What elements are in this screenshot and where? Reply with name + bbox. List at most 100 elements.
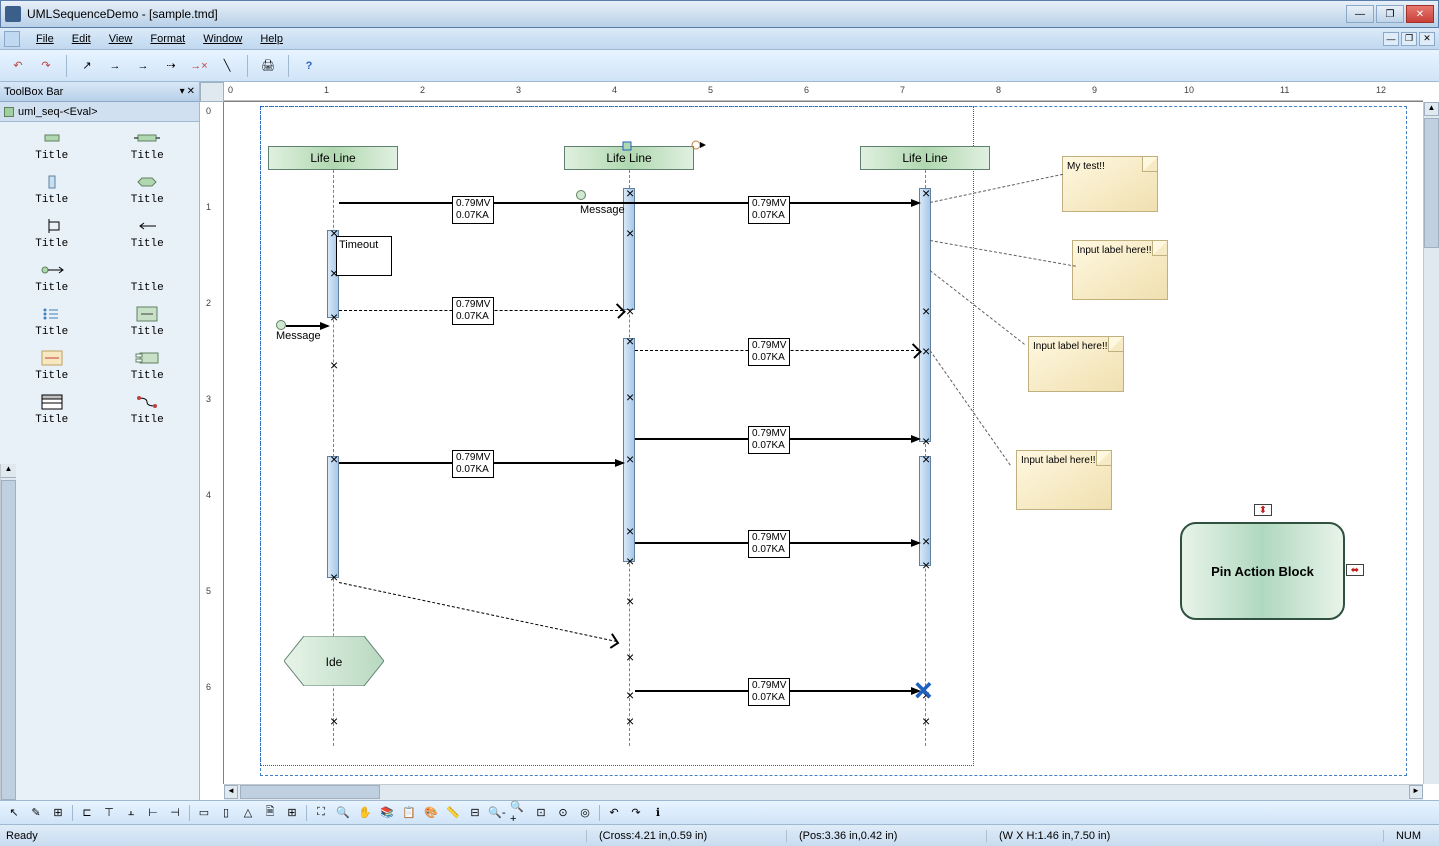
bt-info[interactable]: ℹ	[648, 804, 668, 822]
tool-note[interactable]: Title	[8, 350, 96, 382]
align-tool-2[interactable]: ⊤	[99, 804, 119, 822]
undo-button[interactable]: ↶	[6, 54, 30, 78]
tool-curve[interactable]: Title	[104, 394, 192, 426]
color-tool[interactable]: 🎨	[421, 804, 441, 822]
tool-list[interactable]: Title	[8, 306, 96, 338]
zoom-out[interactable]: 🔍-	[487, 804, 507, 822]
menu-format[interactable]: Format	[142, 31, 193, 47]
msg-text-2: Message	[276, 330, 321, 342]
shape-grid[interactable]: ⊞	[282, 804, 302, 822]
msg-1[interactable]	[339, 202, 919, 204]
activation-5[interactable]	[919, 188, 931, 442]
shape-doc[interactable]: 🗎	[260, 804, 280, 822]
found-msg-dot-1	[576, 190, 586, 200]
arrow-tool-5[interactable]: →×	[187, 54, 211, 78]
bt-redo[interactable]: ↷	[626, 804, 646, 822]
bottom-toolbar: ↖ ✎ ⊞ ⊏ ⊤ ⫠ ⊢ ⊣ ▭ ▯ △ 🗎 ⊞ ⛶ 🔍 ✋ 📚 📋 🎨 📏 …	[0, 800, 1439, 824]
ide-decision[interactable]: Ide	[284, 636, 384, 689]
pin-right[interactable]: ⬌	[1346, 564, 1364, 576]
maximize-button[interactable]: ❐	[1376, 5, 1404, 23]
msg-found[interactable]	[286, 325, 328, 327]
zoom-100[interactable]: ⊙	[553, 804, 573, 822]
align-tool-3[interactable]: ⫠	[121, 804, 141, 822]
mdi-minimize[interactable]: —	[1383, 32, 1399, 46]
fullscreen-tool[interactable]: ⛶	[311, 804, 331, 822]
tool-frame[interactable]: Title	[8, 394, 96, 426]
prop-tool[interactable]: 📋	[399, 804, 419, 822]
close-button[interactable]: ✕	[1406, 5, 1434, 23]
snap-tool[interactable]: ⊟	[465, 804, 485, 822]
redo-button[interactable]: ↷	[34, 54, 58, 78]
align-tool-5[interactable]: ⊣	[165, 804, 185, 822]
arrow-tool-3[interactable]: →	[131, 54, 155, 78]
pin-top[interactable]: ⬍	[1254, 504, 1272, 516]
destroy-x[interactable]: ×	[914, 674, 933, 706]
tool-rect[interactable]: Title	[104, 306, 192, 338]
lifeline-1[interactable]: Life Line	[268, 146, 398, 170]
activation-3[interactable]	[623, 188, 635, 310]
pan-tool[interactable]: ✋	[355, 804, 375, 822]
arrow-tool-4[interactable]: ⇢	[159, 54, 183, 78]
edit-tool[interactable]: ✎	[26, 804, 46, 822]
bt-undo[interactable]: ↶	[604, 804, 624, 822]
menu-edit[interactable]: Edit	[64, 31, 99, 47]
tab-icon	[4, 107, 14, 117]
minimize-button[interactable]: —	[1346, 5, 1374, 23]
activation-4[interactable]	[623, 338, 635, 562]
toolbox-tab[interactable]: uml_seq-<Eval>	[0, 102, 199, 122]
note-1[interactable]: My test!!	[1062, 156, 1158, 212]
msg-5-label: 0.79MV0.07KA	[452, 450, 494, 478]
grid-tool[interactable]: ⊞	[48, 804, 68, 822]
toolbox-close-icon[interactable]: ✕	[187, 86, 195, 97]
tool-hexagon[interactable]: Title	[104, 174, 192, 206]
h-scrollbar[interactable]: ◄ ►	[224, 784, 1423, 800]
align-tool-1[interactable]: ⊏	[77, 804, 97, 822]
v-scrollbar[interactable]: ▲	[1423, 102, 1439, 784]
help-button[interactable]: ?	[297, 54, 321, 78]
zoom-fit[interactable]: ⊡	[531, 804, 551, 822]
zoom-sel[interactable]: ◎	[575, 804, 595, 822]
shape-rect[interactable]: ▭	[194, 804, 214, 822]
note-2[interactable]: Input label here!!	[1072, 240, 1168, 300]
tool-component[interactable]: Title	[104, 350, 192, 382]
activation-2[interactable]	[327, 456, 339, 578]
msg-2-label: 0.79MV0.07KA	[452, 297, 494, 325]
menu-file[interactable]: File	[28, 31, 62, 47]
menu-view[interactable]: View	[101, 31, 141, 47]
shape-rect2[interactable]: ▯	[216, 804, 236, 822]
canvas[interactable]: Life Line Life Line Life Line ××× ××× ××…	[224, 102, 1423, 784]
arrow-tool-2[interactable]: →	[103, 54, 127, 78]
menu-window[interactable]: Window	[195, 31, 250, 47]
mdi-close[interactable]: ✕	[1419, 32, 1435, 46]
arrow-tool-1[interactable]: ↗	[75, 54, 99, 78]
rotate-handle[interactable]	[690, 138, 708, 152]
lifeline-3[interactable]: Life Line	[860, 146, 990, 170]
action-block[interactable]: Pin Action Block	[1180, 522, 1345, 620]
tool-lifeline-1[interactable]: Title	[8, 130, 96, 162]
shape-tri[interactable]: △	[238, 804, 258, 822]
note-4[interactable]: Input label here!!	[1016, 450, 1112, 510]
menu-help[interactable]: Help	[252, 31, 291, 47]
pointer-tool[interactable]: ↖	[4, 804, 24, 822]
ruler-tool[interactable]: 📏	[443, 804, 463, 822]
mdi-restore[interactable]: ❐	[1401, 32, 1417, 46]
toolbox-pin-icon[interactable]: ▾	[180, 86, 185, 97]
zoom-lens[interactable]: 🔍	[333, 804, 353, 822]
note-3[interactable]: Input label here!!	[1028, 336, 1124, 392]
activation-6[interactable]	[919, 456, 931, 566]
layer-tool[interactable]: 📚	[377, 804, 397, 822]
tool-timeout[interactable]: Title	[8, 218, 96, 250]
toolbox-scrollbar[interactable]: ▲	[0, 464, 16, 800]
tool-activation[interactable]: Title	[8, 174, 96, 206]
line-tool[interactable]: ╲	[215, 54, 239, 78]
tool-lifeline-2[interactable]: Title	[104, 130, 192, 162]
zoom-in[interactable]: 🔍+	[509, 804, 529, 822]
tool-empty[interactable]: Title	[104, 262, 192, 294]
timeout-box[interactable]: Timeout	[336, 236, 392, 276]
tool-return[interactable]: Title	[104, 218, 192, 250]
align-tool-4[interactable]: ⊢	[143, 804, 163, 822]
tool-found-msg[interactable]: Title	[8, 262, 96, 294]
print-button[interactable]: 🖨	[256, 54, 280, 78]
app-menu-icon[interactable]	[4, 31, 20, 47]
window-controls: — ❐ ✕	[1346, 5, 1434, 23]
